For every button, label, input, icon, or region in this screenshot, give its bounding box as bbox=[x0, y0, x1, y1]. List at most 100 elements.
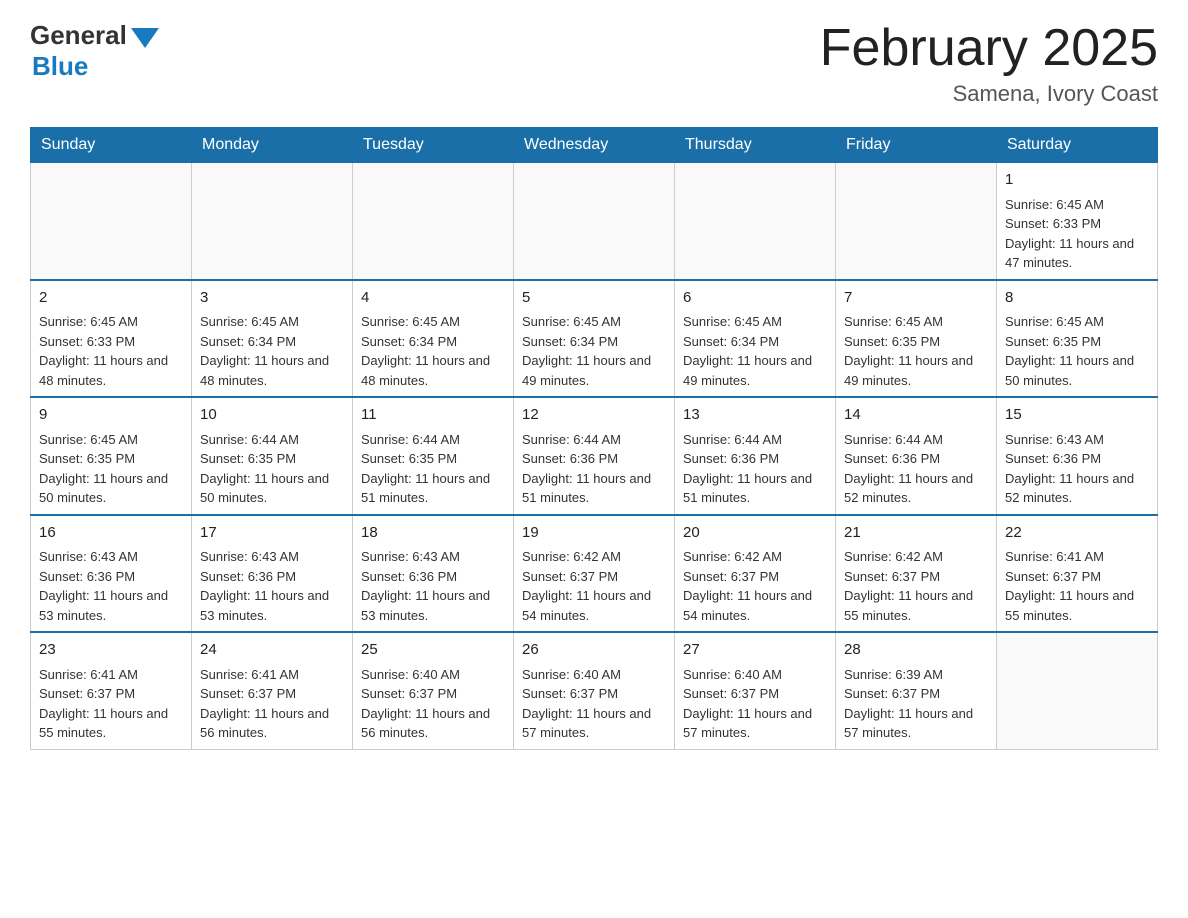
day-number: 8 bbox=[1005, 287, 1149, 310]
day-number: 21 bbox=[844, 522, 988, 545]
calendar-day-cell: 18Sunrise: 6:43 AM Sunset: 6:36 PM Dayli… bbox=[353, 515, 514, 633]
weekday-header-tuesday: Tuesday bbox=[353, 128, 514, 163]
day-number: 19 bbox=[522, 522, 666, 545]
day-number: 14 bbox=[844, 404, 988, 427]
day-number: 26 bbox=[522, 639, 666, 662]
day-info: Sunrise: 6:41 AM Sunset: 6:37 PM Dayligh… bbox=[1005, 547, 1149, 625]
calendar-day-cell: 4Sunrise: 6:45 AM Sunset: 6:34 PM Daylig… bbox=[353, 280, 514, 398]
day-info: Sunrise: 6:42 AM Sunset: 6:37 PM Dayligh… bbox=[522, 547, 666, 625]
calendar-week-5: 23 Sunrise: 6:41 AM Sunset: 6:37 PM Dayli… bbox=[31, 632, 1158, 749]
day-info: Sunrise: 6:43 AM Sunset: 6:36 PM Dayligh… bbox=[361, 547, 505, 625]
weekday-header-row: SundayMondayTuesdayWednesdayThursdayFrid… bbox=[31, 128, 1158, 163]
calendar-day-cell: 13 Sunrise: 6:44 AM Sunset: 6:36 PM Dayli… bbox=[675, 397, 836, 515]
calendar-day-cell: 3Sunrise: 6:45 AM Sunset: 6:34 PM Daylig… bbox=[192, 280, 353, 398]
calendar-day-cell: 25Sunrise: 6:40 AM Sunset: 6:37 PM Dayli… bbox=[353, 632, 514, 749]
day-number: 1 bbox=[1005, 169, 1149, 192]
calendar-day-cell bbox=[31, 163, 192, 280]
calendar-day-cell: 21Sunrise: 6:42 AM Sunset: 6:37 PM Dayli… bbox=[836, 515, 997, 633]
day-number: 27 bbox=[683, 639, 827, 662]
calendar-body: 1 Sunrise: 6:45 AM Sunset: 6:33 PM Daylig… bbox=[31, 163, 1158, 750]
calendar-day-cell: 7Sunrise: 6:45 AM Sunset: 6:35 PM Daylig… bbox=[836, 280, 997, 398]
day-number: 5 bbox=[522, 287, 666, 310]
day-info: Sunrise: 6:45 AM Sunset: 6:33 PM Dayligh… bbox=[1005, 195, 1149, 273]
day-number: 22 bbox=[1005, 522, 1149, 545]
day-info: Sunrise: 6:45 AM Sunset: 6:33 PM Dayligh… bbox=[39, 312, 183, 390]
day-number: 7 bbox=[844, 287, 988, 310]
calendar-day-cell: 15 Sunrise: 6:43 AM Sunset: 6:36 PM Dayli… bbox=[997, 397, 1158, 515]
calendar-week-1: 1 Sunrise: 6:45 AM Sunset: 6:33 PM Daylig… bbox=[31, 163, 1158, 280]
calendar-day-cell: 16Sunrise: 6:43 AM Sunset: 6:36 PM Dayli… bbox=[31, 515, 192, 633]
calendar-day-cell: 23 Sunrise: 6:41 AM Sunset: 6:37 PM Dayli… bbox=[31, 632, 192, 749]
day-info: Sunrise: 6:44 AM Sunset: 6:35 PM Dayligh… bbox=[200, 430, 344, 508]
calendar-day-cell: 14 Sunrise: 6:44 AM Sunset: 6:36 PM Dayli… bbox=[836, 397, 997, 515]
calendar-table: SundayMondayTuesdayWednesdayThursdayFrid… bbox=[30, 127, 1158, 750]
weekday-header-monday: Monday bbox=[192, 128, 353, 163]
day-number: 25 bbox=[361, 639, 505, 662]
day-info: Sunrise: 6:39 AM Sunset: 6:37 PM Dayligh… bbox=[844, 665, 988, 743]
day-number: 11 bbox=[361, 404, 505, 427]
day-number: 6 bbox=[683, 287, 827, 310]
calendar-day-cell: 10 Sunrise: 6:44 AM Sunset: 6:35 PM Dayli… bbox=[192, 397, 353, 515]
calendar-day-cell bbox=[514, 163, 675, 280]
day-number: 13 bbox=[683, 404, 827, 427]
day-number: 10 bbox=[200, 404, 344, 427]
calendar-day-cell: 6Sunrise: 6:45 AM Sunset: 6:34 PM Daylig… bbox=[675, 280, 836, 398]
logo: General Blue bbox=[30, 20, 159, 82]
calendar-day-cell: 9Sunrise: 6:45 AM Sunset: 6:35 PM Daylig… bbox=[31, 397, 192, 515]
day-number: 28 bbox=[844, 639, 988, 662]
calendar-day-cell: 20Sunrise: 6:42 AM Sunset: 6:37 PM Dayli… bbox=[675, 515, 836, 633]
day-info: Sunrise: 6:40 AM Sunset: 6:37 PM Dayligh… bbox=[522, 665, 666, 743]
calendar-day-cell: 11Sunrise: 6:44 AM Sunset: 6:35 PM Dayli… bbox=[353, 397, 514, 515]
weekday-header-thursday: Thursday bbox=[675, 128, 836, 163]
calendar-day-cell: 2Sunrise: 6:45 AM Sunset: 6:33 PM Daylig… bbox=[31, 280, 192, 398]
day-info: Sunrise: 6:43 AM Sunset: 6:36 PM Dayligh… bbox=[1005, 430, 1149, 508]
day-number: 3 bbox=[200, 287, 344, 310]
calendar-day-cell: 1 Sunrise: 6:45 AM Sunset: 6:33 PM Daylig… bbox=[997, 163, 1158, 280]
day-info: Sunrise: 6:44 AM Sunset: 6:36 PM Dayligh… bbox=[844, 430, 988, 508]
calendar-week-2: 2Sunrise: 6:45 AM Sunset: 6:33 PM Daylig… bbox=[31, 280, 1158, 398]
logo-general-text: General bbox=[30, 20, 127, 51]
calendar-day-cell: 8Sunrise: 6:45 AM Sunset: 6:35 PM Daylig… bbox=[997, 280, 1158, 398]
calendar-day-cell: 12Sunrise: 6:44 AM Sunset: 6:36 PM Dayli… bbox=[514, 397, 675, 515]
day-info: Sunrise: 6:45 AM Sunset: 6:34 PM Dayligh… bbox=[522, 312, 666, 390]
day-number: 12 bbox=[522, 404, 666, 427]
day-info: Sunrise: 6:41 AM Sunset: 6:37 PM Dayligh… bbox=[200, 665, 344, 743]
day-info: Sunrise: 6:43 AM Sunset: 6:36 PM Dayligh… bbox=[200, 547, 344, 625]
day-info: Sunrise: 6:41 AM Sunset: 6:37 PM Dayligh… bbox=[39, 665, 183, 743]
calendar-week-3: 9Sunrise: 6:45 AM Sunset: 6:35 PM Daylig… bbox=[31, 397, 1158, 515]
day-number: 17 bbox=[200, 522, 344, 545]
calendar-day-cell: 17Sunrise: 6:43 AM Sunset: 6:36 PM Dayli… bbox=[192, 515, 353, 633]
day-number: 15 bbox=[1005, 404, 1149, 427]
calendar-day-cell bbox=[192, 163, 353, 280]
calendar-week-4: 16Sunrise: 6:43 AM Sunset: 6:36 PM Dayli… bbox=[31, 515, 1158, 633]
day-info: Sunrise: 6:45 AM Sunset: 6:34 PM Dayligh… bbox=[683, 312, 827, 390]
page-header: General Blue February 2025 Samena, Ivory… bbox=[30, 20, 1158, 107]
calendar-day-cell: 28 Sunrise: 6:39 AM Sunset: 6:37 PM Dayli… bbox=[836, 632, 997, 749]
calendar-day-cell bbox=[353, 163, 514, 280]
calendar-day-cell: 19Sunrise: 6:42 AM Sunset: 6:37 PM Dayli… bbox=[514, 515, 675, 633]
day-number: 2 bbox=[39, 287, 183, 310]
calendar-day-cell bbox=[675, 163, 836, 280]
calendar-day-cell: 22Sunrise: 6:41 AM Sunset: 6:37 PM Dayli… bbox=[997, 515, 1158, 633]
day-info: Sunrise: 6:45 AM Sunset: 6:34 PM Dayligh… bbox=[361, 312, 505, 390]
weekday-header-wednesday: Wednesday bbox=[514, 128, 675, 163]
day-number: 4 bbox=[361, 287, 505, 310]
weekday-header-friday: Friday bbox=[836, 128, 997, 163]
day-number: 23 bbox=[39, 639, 183, 662]
weekday-header-saturday: Saturday bbox=[997, 128, 1158, 163]
logo-arrow-icon bbox=[131, 28, 159, 48]
weekday-header-sunday: Sunday bbox=[31, 128, 192, 163]
day-number: 16 bbox=[39, 522, 183, 545]
day-info: Sunrise: 6:43 AM Sunset: 6:36 PM Dayligh… bbox=[39, 547, 183, 625]
day-info: Sunrise: 6:44 AM Sunset: 6:36 PM Dayligh… bbox=[683, 430, 827, 508]
day-number: 9 bbox=[39, 404, 183, 427]
calendar-day-cell: 26 Sunrise: 6:40 AM Sunset: 6:37 PM Dayli… bbox=[514, 632, 675, 749]
day-info: Sunrise: 6:42 AM Sunset: 6:37 PM Dayligh… bbox=[844, 547, 988, 625]
calendar-day-cell bbox=[836, 163, 997, 280]
title-block: February 2025 Samena, Ivory Coast bbox=[820, 20, 1158, 107]
day-number: 20 bbox=[683, 522, 827, 545]
day-info: Sunrise: 6:42 AM Sunset: 6:37 PM Dayligh… bbox=[683, 547, 827, 625]
day-number: 18 bbox=[361, 522, 505, 545]
calendar-title: February 2025 bbox=[820, 20, 1158, 77]
day-number: 24 bbox=[200, 639, 344, 662]
